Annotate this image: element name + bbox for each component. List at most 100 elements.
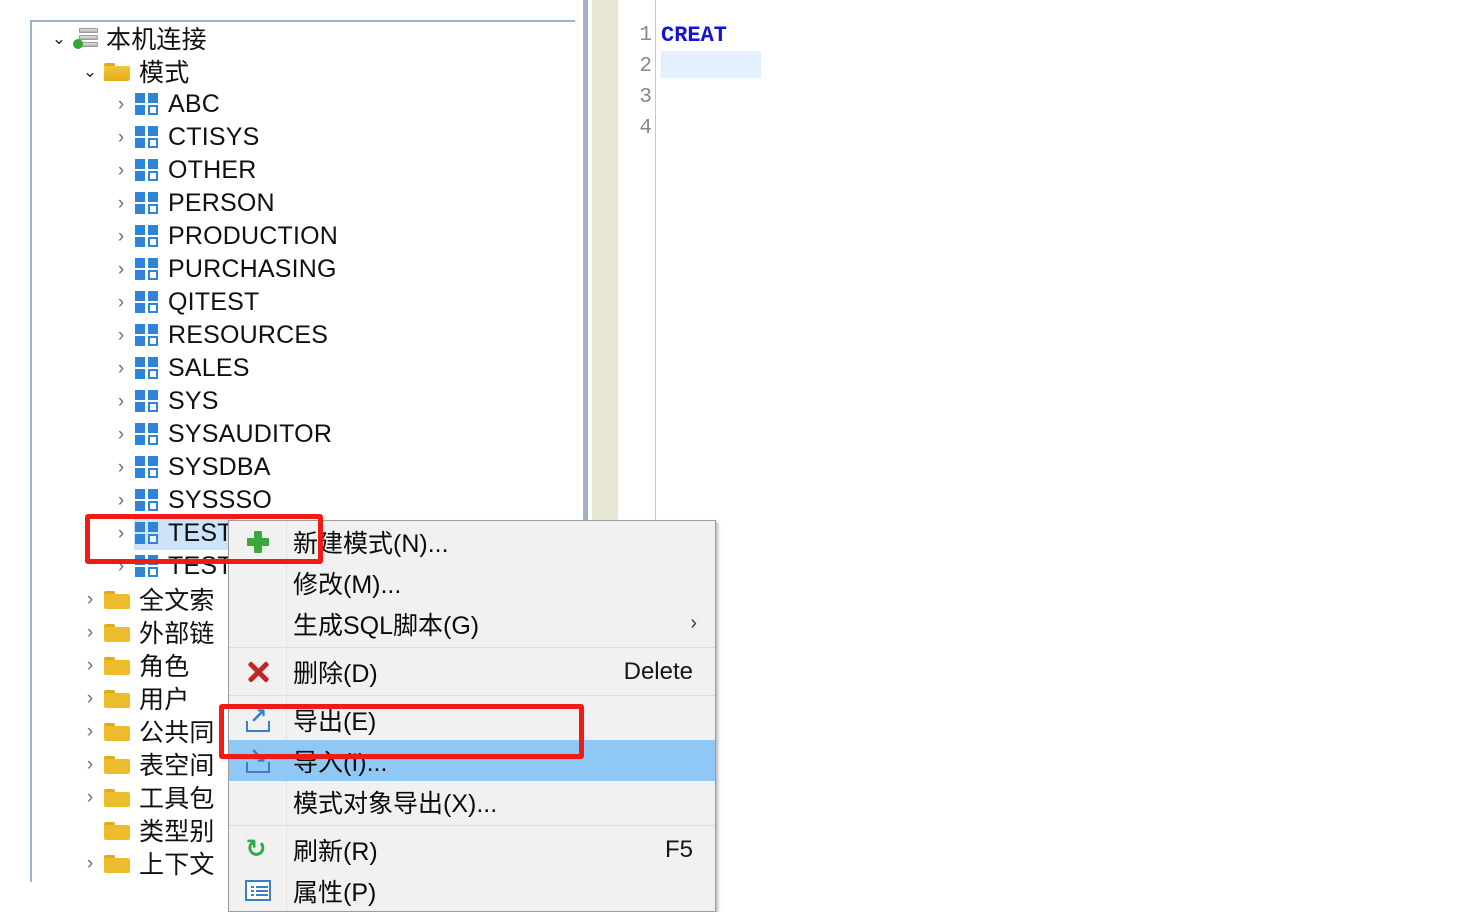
tree-item-模式[interactable]: ⌄ 模式 (32, 55, 575, 88)
tree-item-content[interactable]: SYSAUDITOR (134, 419, 335, 451)
schema-icon (135, 521, 161, 545)
tree-item-content[interactable]: QITEST (134, 287, 262, 319)
tree-item-content[interactable]: TEST (134, 517, 236, 550)
tree-item-CTISYS[interactable]: › CTISYS (32, 121, 575, 154)
menu-item-1[interactable]: 新建模式(N)... (229, 521, 715, 562)
tree-item-content[interactable]: PERSON (134, 188, 278, 220)
chevron-right-icon[interactable]: › (108, 194, 134, 213)
menu-item-icon-slot (229, 530, 286, 554)
chevron-right-icon[interactable]: › (77, 689, 103, 708)
folder-open-icon (103, 61, 132, 82)
tree-item-content[interactable]: TEST (134, 551, 236, 583)
chevron-right-icon[interactable]: › (108, 293, 134, 312)
editor-code-area[interactable]: CREAT (661, 20, 1472, 882)
tree-item-SYSAUDITOR[interactable]: › SYSAUDITOR (32, 418, 575, 451)
code-line[interactable] (661, 82, 1472, 113)
chevron-right-icon[interactable]: › (108, 524, 134, 543)
menu-item-2[interactable]: 修改(M)... (229, 562, 715, 603)
chevron-right-icon[interactable]: › (108, 359, 134, 378)
code-line[interactable] (661, 113, 1472, 144)
chevron-right-icon[interactable]: › (108, 392, 134, 411)
line-number: 2 (639, 55, 652, 78)
tree-item-label: 工具包 (139, 785, 215, 813)
menu-item-4[interactable]: 删除(D) Delete (229, 651, 715, 692)
chevron-right-icon[interactable]: › (108, 95, 134, 114)
chevron-right-icon[interactable]: › (77, 722, 103, 741)
menu-item-6[interactable]: ↘ 导入(I)... (229, 740, 715, 781)
code-line[interactable]: CREAT (661, 20, 1472, 51)
code-line[interactable] (661, 51, 1472, 82)
tree-item-label: ABC (168, 89, 221, 118)
tree-item-OTHER[interactable]: › OTHER (32, 154, 575, 187)
schema-icon (135, 389, 161, 413)
refresh-icon: ↻ (245, 834, 267, 863)
tree-item-SYSDBA[interactable]: › SYSDBA (32, 451, 575, 484)
chevron-right-icon[interactable]: › (77, 590, 103, 609)
chevron-right-icon[interactable]: › (108, 227, 134, 246)
folder-icon (104, 754, 132, 775)
tree-item-label: 用户 (139, 686, 190, 714)
schema-icon (135, 158, 161, 182)
tree-item-label: QITEST (168, 287, 260, 316)
chevron-right-icon[interactable]: › (108, 557, 134, 576)
chevron-right-icon[interactable]: › (108, 260, 134, 279)
tree-item-content[interactable]: SYS (134, 386, 222, 418)
menu-item-label: 生成SQL脚本(G) (293, 611, 480, 640)
tree-item-ABC[interactable]: › ABC (32, 88, 575, 121)
chevron-right-icon[interactable]: › (77, 854, 103, 873)
chevron-right-icon[interactable]: › (108, 491, 134, 510)
menu-item-8[interactable]: ↻ 刷新(R) F5 (229, 829, 715, 870)
chevron-right-icon[interactable]: › (77, 623, 103, 642)
chevron-down-icon[interactable]: ⌄ (77, 63, 103, 80)
folder-icon (104, 688, 132, 709)
tree-item-label: SYSAUDITOR (168, 419, 333, 448)
tree-item-content[interactable]: SALES (134, 353, 253, 385)
tree-item-RESOURCES[interactable]: › RESOURCES (32, 319, 575, 352)
tree-item-content[interactable]: 上下文 (103, 844, 218, 882)
menu-item-3[interactable]: 生成SQL脚本(G) › (229, 603, 715, 644)
chevron-right-icon[interactable]: › (77, 788, 103, 807)
chevron-right-icon[interactable]: › (108, 161, 134, 180)
tree-item-content[interactable]: ABC (134, 89, 223, 121)
tree-item-content[interactable]: SYSDBA (134, 452, 274, 484)
export-icon: ↗ (245, 706, 271, 732)
schema-icon (135, 455, 161, 479)
schema-icon (135, 323, 161, 347)
tree-item-label: PERSON (168, 188, 275, 217)
menu-item-7[interactable]: 模式对象导出(X)... (229, 781, 715, 822)
chevron-down-icon[interactable]: ⌄ (46, 30, 72, 47)
tree-item-PRODUCTION[interactable]: › PRODUCTION (32, 220, 575, 253)
tree-item-content[interactable]: SYSSSO (134, 485, 275, 517)
menu-separator (229, 695, 715, 696)
tree-item-content[interactable]: CTISYS (134, 122, 263, 154)
menu-item-icon-slot: ↻ (229, 834, 286, 863)
tree-item-PURCHASING[interactable]: › PURCHASING (32, 253, 575, 286)
menu-item-5[interactable]: ↗ 导出(E) (229, 699, 715, 740)
tree-item-content[interactable]: RESOURCES (134, 320, 331, 352)
folder-icon (104, 622, 132, 643)
menu-item-label: 导入(I)... (293, 748, 388, 777)
menu-item-9[interactable]: 属性(P) (229, 870, 715, 911)
tree-item-SALES[interactable]: › SALES (32, 352, 575, 385)
tree-item-SYSSSO[interactable]: › SYSSSO (32, 484, 575, 517)
schema-context-menu[interactable]: 新建模式(N)... 修改(M)... 生成SQL脚本(G) › 删除(D) Delete… (228, 520, 716, 912)
chevron-right-icon[interactable]: › (108, 425, 134, 444)
delete-x-icon (246, 660, 270, 684)
chevron-right-icon[interactable]: › (77, 755, 103, 774)
tree-item-content[interactable]: 模式 (103, 52, 192, 91)
tree-item-PERSON[interactable]: › PERSON (32, 187, 575, 220)
tree-item-content[interactable]: PURCHASING (134, 254, 340, 286)
tree-item-content[interactable]: PRODUCTION (134, 221, 341, 253)
chevron-right-icon[interactable]: › (108, 128, 134, 147)
chevron-right-icon[interactable]: › (108, 458, 134, 477)
tree-item-content[interactable]: OTHER (134, 155, 260, 187)
chevron-right-icon[interactable]: › (77, 656, 103, 675)
line-number: 1 (639, 24, 652, 47)
tree-item-QITEST[interactable]: › QITEST (32, 286, 575, 319)
sql-editor-pane[interactable]: 1 2 3 4 CREAT (583, 0, 1472, 882)
tree-item-本机连接[interactable]: ⌄ 本机连接 (32, 22, 575, 55)
tree-item-SYS[interactable]: › SYS (32, 385, 575, 418)
menu-item-list: 新建模式(N)... 修改(M)... 生成SQL脚本(G) › 删除(D) Delete… (229, 521, 715, 911)
chevron-right-icon: › (690, 612, 697, 634)
chevron-right-icon[interactable]: › (108, 326, 134, 345)
